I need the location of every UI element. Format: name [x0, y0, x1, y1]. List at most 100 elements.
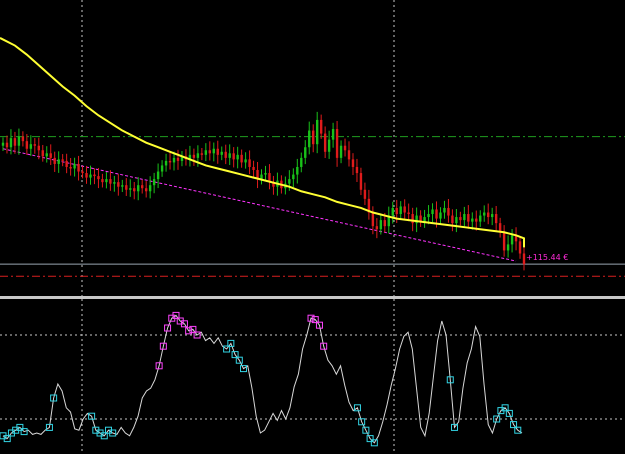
- candle-body-115: [459, 217, 462, 221]
- candle-body-82: [327, 139, 331, 152]
- candle-body-108: [431, 209, 434, 215]
- candle-body-72: [288, 179, 291, 184]
- candle-body-127: [506, 244, 510, 251]
- candle-body-120: [479, 215, 482, 222]
- candle-body-18: [73, 163, 76, 169]
- candle-body-110: [439, 212, 442, 219]
- candle-body-32: [129, 188, 132, 190]
- candle-body-57: [228, 153, 231, 158]
- candle-body-118: [471, 218, 474, 222]
- candle-body-30: [121, 185, 124, 187]
- candle-body-123: [490, 214, 494, 218]
- candle-body-52: [208, 150, 212, 154]
- candle-body-40: [160, 165, 164, 172]
- candle-body-51: [204, 150, 208, 155]
- candle-body-113: [451, 215, 454, 224]
- candle-body-53: [212, 148, 215, 154]
- candle-body-13: [53, 157, 56, 164]
- candle-body-116: [463, 214, 466, 221]
- candle-body-109: [435, 209, 438, 219]
- candle-body-48: [192, 154, 196, 158]
- candle-body-35: [140, 185, 144, 189]
- candle-body-37: [148, 185, 152, 192]
- candle-body-39: [156, 171, 160, 180]
- candle-body-36: [144, 188, 148, 192]
- candle-body-11: [45, 153, 48, 157]
- candle-body-10: [41, 150, 44, 157]
- candle-body-42: [168, 160, 172, 163]
- candle-body-106: [423, 217, 426, 222]
- candle-body-75: [300, 157, 303, 167]
- candle-body-79: [315, 119, 319, 145]
- candle-body-95: [379, 220, 383, 230]
- candle-body-111: [443, 207, 446, 213]
- oscillator-panel[interactable]: [0, 299, 625, 454]
- candle-body-2: [9, 138, 13, 148]
- candle-body-26: [105, 179, 108, 183]
- candle-body-102: [407, 212, 410, 215]
- candle-body-14: [57, 159, 60, 164]
- candle-body-114: [455, 217, 458, 224]
- candle-body-88: [351, 159, 355, 167]
- candle-body-61: [244, 159, 247, 163]
- candle-body-112: [447, 207, 450, 216]
- candle-body-85: [339, 145, 343, 158]
- candle-body-103: [411, 214, 414, 224]
- candle-body-0: [1, 142, 5, 146]
- candle-body-54: [216, 148, 219, 155]
- candle-body-31: [125, 185, 128, 190]
- candle-body-89: [355, 166, 359, 174]
- candles-group: [1, 111, 526, 271]
- candle-body-90: [359, 173, 363, 190]
- candle-body-7: [29, 144, 33, 149]
- candle-body-99: [395, 207, 398, 215]
- candle-body-96: [383, 220, 387, 227]
- candle-body-81: [323, 133, 327, 152]
- candle-body-6: [25, 141, 29, 149]
- candle-body-8: [33, 144, 37, 146]
- candle-body-43: [172, 157, 176, 163]
- candle-body-63: [252, 166, 255, 171]
- candle-body-100: [399, 206, 402, 215]
- candle-body-21: [85, 173, 88, 178]
- candle-body-56: [224, 151, 227, 158]
- price-chart-panel[interactable]: +115.44 €: [0, 0, 625, 296]
- support-trendline: [2, 148, 517, 262]
- candle-body-94: [375, 226, 379, 230]
- candle-body-107: [427, 214, 430, 218]
- candle-body-84: [335, 129, 339, 158]
- candle-body-16: [65, 160, 68, 167]
- candle-body-131: [522, 253, 526, 265]
- candle-body-124: [494, 214, 498, 224]
- candle-body-60: [240, 154, 243, 163]
- candle-body-24: [97, 176, 100, 180]
- candle-body-130: [518, 241, 522, 254]
- candle-body-98: [391, 207, 394, 216]
- candle-body-4: [17, 136, 21, 146]
- candle-body-20: [81, 171, 84, 174]
- candle-body-83: [331, 129, 335, 140]
- candle-body-77: [308, 130, 311, 148]
- candle-body-87: [347, 150, 351, 160]
- candle-body-73: [292, 174, 295, 180]
- candle-body-58: [232, 153, 235, 160]
- candle-body-34: [137, 185, 140, 192]
- candle-body-101: [403, 206, 406, 213]
- candle-body-12: [49, 153, 52, 158]
- candle-body-28: [113, 182, 116, 184]
- candle-body-55: [220, 151, 223, 155]
- candle-body-86: [343, 145, 347, 151]
- trading-terminal: +115.44 €: [0, 0, 625, 454]
- candle-body-38: [152, 179, 156, 186]
- candle-body-33: [133, 188, 136, 192]
- signal-markers-group: [0, 311, 522, 447]
- candle-body-9: [37, 145, 40, 151]
- candle-body-93: [371, 212, 375, 227]
- candle-body-121: [483, 212, 486, 216]
- candle-body-27: [109, 179, 112, 184]
- candle-body-78: [312, 130, 315, 145]
- position-pl-label: +115.44 €: [526, 253, 568, 262]
- candle-body-119: [475, 218, 478, 222]
- candle-body-80: [319, 119, 323, 134]
- moving-average-line: [0, 37, 525, 248]
